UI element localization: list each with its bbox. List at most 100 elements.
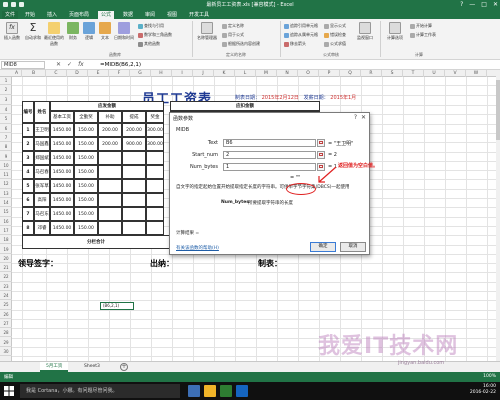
column-header[interactable]: Q xyxy=(340,70,361,77)
row-attendance[interactable]: 150.00 xyxy=(74,151,98,165)
row-commission[interactable] xyxy=(122,221,146,235)
column-header[interactable]: R xyxy=(361,70,382,77)
add-sheet-button[interactable]: + xyxy=(120,363,128,371)
editing-cell[interactable]: (B6,2,1) xyxy=(100,302,134,310)
row-index[interactable]: 6 xyxy=(22,193,34,207)
column-header[interactable]: V xyxy=(445,70,466,77)
row-subsidy[interactable] xyxy=(98,193,122,207)
insert-function-button[interactable]: fx 插入函数 xyxy=(2,22,22,41)
row-header[interactable]: 24 xyxy=(0,291,12,301)
row-header[interactable]: 16 xyxy=(0,217,12,226)
auto-sum-button[interactable]: Σ 自动求和 xyxy=(24,22,42,41)
row-base[interactable]: 1450.00 xyxy=(50,221,74,235)
column-header[interactable]: A xyxy=(12,70,22,77)
row-attendance[interactable]: 150.00 xyxy=(74,123,98,137)
row-subsidy[interactable]: 200.00 xyxy=(98,123,122,137)
logical-button[interactable]: 逻辑 xyxy=(82,22,96,41)
create-from-selection-button[interactable]: 根据所选内容创建 xyxy=(222,41,260,47)
dialog-help-button[interactable]: ? xyxy=(354,114,357,121)
scrollbar-thumb[interactable] xyxy=(496,80,500,140)
row-attendance[interactable]: 150.00 xyxy=(74,165,98,179)
row-bonus[interactable]: 300.00 xyxy=(146,123,164,137)
cortana-search[interactable]: 我是 Cortana，小娜。有问题尽管问我。 xyxy=(20,384,180,398)
use-in-formula-button[interactable]: 用于公式 xyxy=(222,32,244,38)
row-subsidy[interactable] xyxy=(98,221,122,235)
total-row-label[interactable]: 分栏合计 xyxy=(22,235,170,249)
row-attendance[interactable]: 150.00 xyxy=(74,193,98,207)
trace-precedents-button[interactable]: 追踪引用单元格 xyxy=(284,23,318,29)
header-bonus[interactable]: 奖金 xyxy=(146,111,164,123)
enter-icon[interactable]: ✓ xyxy=(67,61,72,68)
row-name[interactable]: 高阳 xyxy=(34,193,50,207)
header-commission[interactable]: 提成 xyxy=(122,111,146,123)
column-header[interactable]: O xyxy=(298,70,319,77)
dialog-close-button[interactable]: ✕ xyxy=(361,114,366,121)
row-name[interactable]: 郑国斌 xyxy=(34,151,50,165)
column-header[interactable]: H xyxy=(151,70,172,77)
column-header[interactable]: B xyxy=(22,70,46,77)
column-header[interactable]: W xyxy=(466,70,487,77)
row-index[interactable]: 5 xyxy=(22,179,34,193)
row-attendance[interactable]: 150.00 xyxy=(74,221,98,235)
row-commission[interactable] xyxy=(122,179,146,193)
tab-review[interactable]: 审阅 xyxy=(142,11,158,19)
row-index[interactable]: 2 xyxy=(22,137,34,151)
row-base[interactable]: 1450.00 xyxy=(50,137,74,151)
column-header[interactable]: M xyxy=(256,70,277,77)
arg-input-start-num[interactable]: 2 xyxy=(223,151,316,159)
column-header[interactable]: U xyxy=(424,70,445,77)
row-name[interactable]: 马召东 xyxy=(34,207,50,221)
row-index[interactable]: 4 xyxy=(22,165,34,179)
row-subsidy[interactable] xyxy=(98,207,122,221)
taskbar-clock[interactable]: 16:00 2016-02-22 xyxy=(470,384,496,396)
task-view-icon[interactable] xyxy=(188,385,200,397)
windows-start-icon[interactable] xyxy=(4,386,14,396)
header-index[interactable]: 编号 xyxy=(22,101,34,123)
column-header[interactable]: S xyxy=(382,70,403,77)
row-name[interactable]: 马召春 xyxy=(34,165,50,179)
column-header[interactable]: G xyxy=(130,70,151,77)
formula-input[interactable]: =MIDB(B6,2,1) xyxy=(100,61,498,69)
row-header[interactable]: 9 xyxy=(0,152,12,161)
row-name[interactable]: 马国鑫 xyxy=(34,137,50,151)
calc-now-button[interactable]: 开始计算 xyxy=(410,23,432,29)
row-header[interactable]: 15 xyxy=(0,207,12,217)
column-header[interactable]: L xyxy=(235,70,256,77)
row-bonus[interactable] xyxy=(146,151,164,165)
header-payable[interactable]: 应发金额 xyxy=(50,101,164,111)
zoom-level[interactable]: 100% xyxy=(483,374,496,379)
evaluate-formula-button[interactable]: 公式求值 xyxy=(324,41,346,47)
row-index[interactable]: 7 xyxy=(22,207,34,221)
row-header[interactable]: 18 xyxy=(0,235,12,245)
row-header[interactable]: 19 xyxy=(0,245,12,254)
row-bonus[interactable] xyxy=(146,179,164,193)
column-header[interactable]: F xyxy=(109,70,130,77)
row-header[interactable]: 26 xyxy=(0,310,12,319)
row-base[interactable]: 1450.00 xyxy=(50,165,74,179)
recently-used-button[interactable]: 最近使用的函数 xyxy=(44,22,64,47)
row-header[interactable]: 11 xyxy=(0,170,12,180)
row-bonus[interactable]: 300.00 xyxy=(146,137,164,151)
row-attendance[interactable]: 150.00 xyxy=(74,179,98,193)
row-commission[interactable]: 200.00 xyxy=(122,123,146,137)
row-base[interactable]: 1450.00 xyxy=(50,207,74,221)
column-header[interactable]: K xyxy=(214,70,235,77)
row-header[interactable]: 22 xyxy=(0,272,12,282)
row-attendance[interactable]: 150.00 xyxy=(74,207,98,221)
row-header[interactable]: 10 xyxy=(0,161,12,171)
row-header[interactable]: 27 xyxy=(0,319,12,329)
row-bonus[interactable] xyxy=(146,207,164,221)
arg-input-text[interactable]: B6 xyxy=(223,139,316,147)
row-subsidy[interactable]: 200.00 xyxy=(98,137,122,151)
text-button[interactable]: 文本 xyxy=(98,22,112,41)
row-subsidy[interactable] xyxy=(98,179,122,193)
row-bonus[interactable] xyxy=(146,193,164,207)
error-checking-button[interactable]: 错误检查 xyxy=(324,32,346,38)
row-name[interactable]: 邓睿 xyxy=(34,221,50,235)
maximize-button[interactable]: □ xyxy=(481,1,487,8)
row-header[interactable]: 4 xyxy=(0,105,12,115)
row-header[interactable]: 29 xyxy=(0,338,12,347)
row-header[interactable]: 7 xyxy=(0,133,12,143)
financial-button[interactable]: 财务 xyxy=(66,22,80,41)
fx-icon[interactable]: fx xyxy=(78,61,84,68)
